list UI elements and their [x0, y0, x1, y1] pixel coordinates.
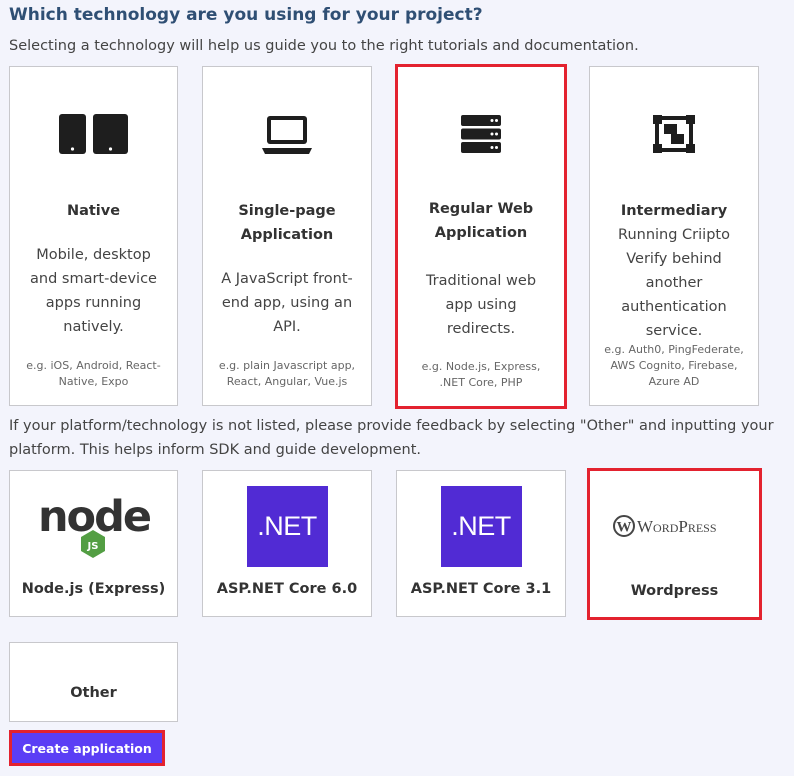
intermediary-icon — [590, 112, 758, 156]
tech-description: Running Criipto Verify behind another au… — [618, 227, 730, 339]
create-application-button[interactable]: Create application — [9, 730, 165, 766]
platform-info-text: If your platform/technology is not liste… — [9, 418, 774, 458]
tech-card-single-page-application[interactable]: Single-page Application A JavaScript fro… — [202, 66, 372, 406]
tech-card-intermediary[interactable]: Intermediary Running Criipto Verify behi… — [589, 66, 759, 406]
tech-description: Traditional web app using redirects. — [425, 273, 537, 337]
tech-description: A JavaScript front- end app, using an AP… — [221, 271, 353, 335]
dotnet-logo: .NET — [397, 485, 565, 567]
tech-title: Native — [66, 203, 121, 219]
tech-examples: e.g. Node.js, Express, .NET Core, PHP — [421, 360, 541, 389]
laptop-icon — [203, 112, 371, 156]
tech-card-regular-web-application[interactable]: Regular Web Application Traditional web … — [395, 64, 567, 409]
platform-label: Wordpress — [630, 583, 719, 599]
platform-card-nodejs[interactable]: node JS Node.js (Express) — [9, 470, 178, 617]
platform-card-wordpress[interactable]: W WordPress Wordpress — [587, 468, 762, 620]
tech-title: Intermediary — [620, 203, 728, 219]
platform-label: Other — [70, 685, 117, 701]
svg-text:JS: JS — [86, 541, 98, 552]
platform-label: Node.js (Express) — [21, 581, 166, 597]
tech-title: Single-page Application — [238, 203, 336, 243]
page-subtitle: Selecting a technology will help us guid… — [9, 38, 639, 54]
svg-text:W: W — [616, 520, 631, 536]
tech-examples: e.g. Auth0, PingFederate, AWS Cognito, F… — [604, 343, 744, 388]
server-icon — [398, 112, 564, 156]
tech-card-native[interactable]: Native Mobile, desktop and smart-device … — [9, 66, 178, 406]
platform-label: ASP.NET Core 6.0 — [216, 581, 358, 597]
svg-text:WordPress: WordPress — [637, 517, 717, 536]
tech-examples: e.g. iOS, Android, React- Native, Expo — [26, 359, 161, 388]
tablets-icon — [10, 112, 177, 156]
page-title: Which technology are you using for your … — [9, 5, 483, 25]
platform-card-aspnet-core-6[interactable]: .NET ASP.NET Core 6.0 — [202, 470, 372, 617]
nodejs-logo: node JS — [10, 485, 177, 567]
platform-label: ASP.NET Core 3.1 — [410, 581, 552, 597]
platform-card-aspnet-core-3[interactable]: .NET ASP.NET Core 3.1 — [396, 470, 566, 617]
tech-title: Regular Web Application — [428, 201, 534, 241]
dotnet-logo: .NET — [203, 485, 371, 567]
tech-examples: e.g. plain Javascript app, React, Angula… — [218, 359, 356, 388]
platform-card-other[interactable]: Other — [9, 642, 178, 722]
tech-description: Mobile, desktop and smart-device apps ru… — [30, 247, 157, 335]
wordpress-logo: W WordPress — [590, 485, 759, 567]
